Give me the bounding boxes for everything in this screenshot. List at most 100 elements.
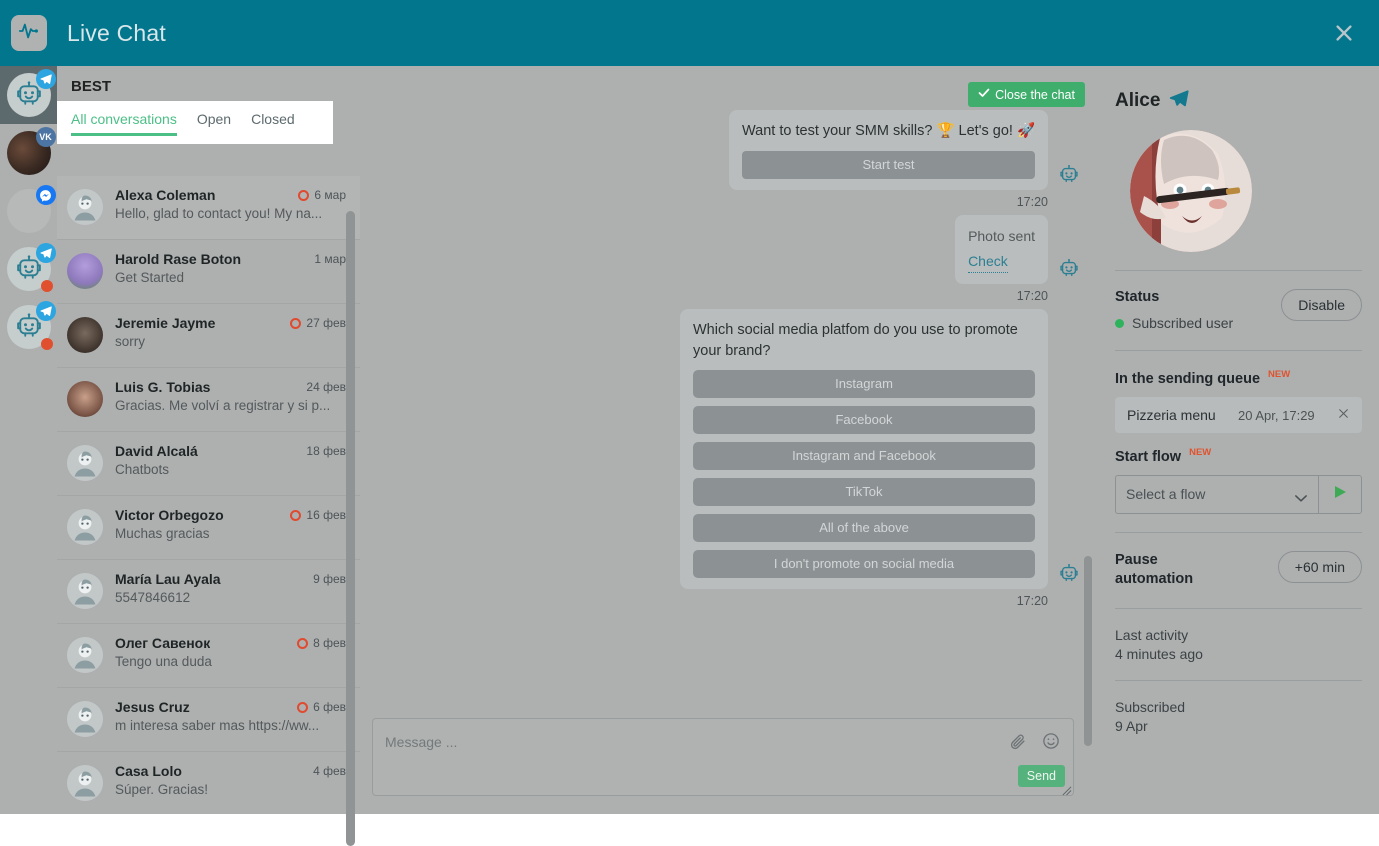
avatar [67,381,103,417]
app-title: Live Chat [67,19,166,46]
conversation-date: 9 фев [313,572,346,586]
profile-avatar [1130,130,1252,252]
conversation-list-item[interactable]: Luis G. Tobias 24 фев Gracias. Me volví a … [57,368,360,432]
tab-open[interactable]: Open [197,111,231,136]
close-the-chat-button[interactable]: Close the chat [968,82,1085,107]
queue-item-time: 20 Apr, 17:29 [1238,407,1315,423]
pulse-icon [18,20,40,47]
conversation-name: Alexa Coleman [115,187,216,203]
flow-select[interactable]: Select a flow [1115,474,1318,514]
rail-avatar [6,243,56,292]
subscribed-label: Subscribed [1115,698,1186,715]
profile-name: Alice [1115,90,1161,111]
poll-option[interactable]: Instagram and Facebook [693,442,1035,471]
conversation-list-item[interactable]: Casa Lolo 4 фев Súper. Gracias! [57,752,360,814]
conversation-list-scrollbar[interactable] [346,211,355,846]
app-header: Live Chat [0,0,1379,66]
sending-queue-section: In the sending queue NEW Pizzeria menu 2… [1115,369,1362,434]
subscribed-section: Subscribed 9 Apr [1115,699,1362,734]
unread-indicator-icon [298,189,310,201]
poll-option[interactable]: I don't promote on social media [693,550,1035,579]
pause-automation-button[interactable]: +60 min [1277,550,1362,583]
conversation-list-item[interactable]: Harold Rase Boton 1 мар Get Started [57,240,360,304]
conversation-date: 16 фев [306,508,346,522]
poll-option[interactable]: Instagram [693,370,1035,399]
unread-indicator-icon [290,317,302,329]
fb-badge-icon [35,185,56,205]
paperclip-icon[interactable] [1009,733,1026,755]
conversation-list-item[interactable]: Jeremie Jayme 27 фев sorry [57,304,360,368]
conversation-preview: m interesa saber mas https://ww... [115,718,320,733]
conversation-list-item[interactable]: Jesus Cruz 6 фев m interesa saber mas http… [57,688,360,752]
send-button[interactable]: Send [1017,765,1065,787]
conversation-list-item[interactable]: Alexa Coleman 6 мар Hello, glad to contact… [57,176,360,240]
bot-rail: VK [0,66,57,814]
profile-panel: Alice Status Subscribed user Disable In … [1098,66,1379,814]
unread-dot [40,280,53,292]
queue-item[interactable]: Pizzeria menu 20 Apr, 17:29 [1115,397,1362,434]
status-dot-icon [1115,319,1124,328]
rail-avatar [6,69,56,117]
play-icon [1332,484,1348,505]
rail-item-bot-messenger[interactable] [0,182,57,240]
start-flow-button[interactable] [1318,474,1362,514]
poll-option[interactable]: TikTok [693,478,1035,507]
message-input-placeholder[interactable]: Message ... [385,734,457,750]
conversation-name: Luis G. Tobias [115,379,211,395]
message-bubble: Photo sent Check [955,215,1048,285]
poll-option[interactable]: Facebook [693,406,1035,435]
conversation-preview: 5547846612 [115,590,191,605]
conversation-list-item[interactable]: David Alcalá 18 фев Chatbots [57,432,360,496]
message: Photo sent Check 17:20 [378,215,1080,303]
message-bubble: Want to test your SMM skills? 🏆 Let's go… [729,110,1048,191]
tab-closed[interactable]: Closed [251,111,295,136]
message-composer[interactable]: Message ... Send [372,718,1074,796]
rail-item-bot-telegram-3[interactable] [0,298,57,356]
conversation-preview: Chatbots [115,462,170,477]
tab-all-conversations[interactable]: All conversations [71,111,177,136]
start-flow-heading: Start flow NEW [1115,447,1362,465]
rail-item-bot-telegram-2[interactable] [0,240,57,298]
rail-item-bot-telegram-active[interactable] [0,66,57,124]
conversation-preview: Hello, glad to contact you! My na... [115,206,323,221]
composer-resize-handle[interactable] [1061,783,1072,796]
conversation-list[interactable]: Alexa Coleman 6 мар Hello, glad to contact… [57,176,360,814]
avatar [67,509,103,545]
tg-badge-icon [35,69,56,89]
rail-avatar [6,301,56,350]
status-badge: Subscribed user [1115,314,1233,332]
poll-option[interactable]: All of the above [693,514,1035,543]
conversation-name: Jeremie Jayme [115,315,216,331]
sending-queue-heading: In the sending queue NEW [1115,369,1362,387]
message-action-button[interactable]: Start test [742,151,1035,180]
conversation-list-item[interactable]: Victor Orbegozo 16 фев Muchas gracias [57,496,360,560]
chat-scrollbar[interactable] [1084,556,1092,746]
divider [1115,679,1362,681]
close-the-chat-label: Close the chat [995,87,1075,102]
divider [1115,607,1362,609]
queue-item-remove-icon[interactable] [1337,407,1350,423]
tg-badge-icon [35,243,56,263]
conversation-name: María Lau Ayala [115,571,221,587]
smiley-icon[interactable] [1042,732,1060,755]
subscribed-value: 9 Apr [1115,717,1148,734]
vk-badge-icon: VK [35,127,56,147]
workspace: VK BEST All conversations Open Closed Alex… [0,66,1379,846]
rail-avatar [6,185,56,233]
conversation-list-item[interactable]: María Lau Ayala 9 фев 5547846612 [57,560,360,624]
check-link[interactable]: Check [968,251,1008,273]
avatar [67,573,103,609]
conversation-preview: Get Started [115,270,185,285]
avatar [67,637,103,673]
close-window-button[interactable] [1331,20,1357,46]
last-activity-value: 4 minutes ago [1115,645,1203,662]
conversation-name: Harold Rase Boton [115,251,242,267]
disable-button[interactable]: Disable [1281,289,1362,321]
conversation-date: 8 фев [313,636,346,650]
divider [1115,350,1362,352]
conversation-list-item[interactable]: Олег Савенок 8 фев Tengo una duda [57,624,360,688]
rail-item-bot-vk[interactable]: VK [0,124,57,182]
telegram-icon [1169,88,1190,114]
divider [1115,270,1362,271]
conversation-date: 6 мар [314,188,346,202]
